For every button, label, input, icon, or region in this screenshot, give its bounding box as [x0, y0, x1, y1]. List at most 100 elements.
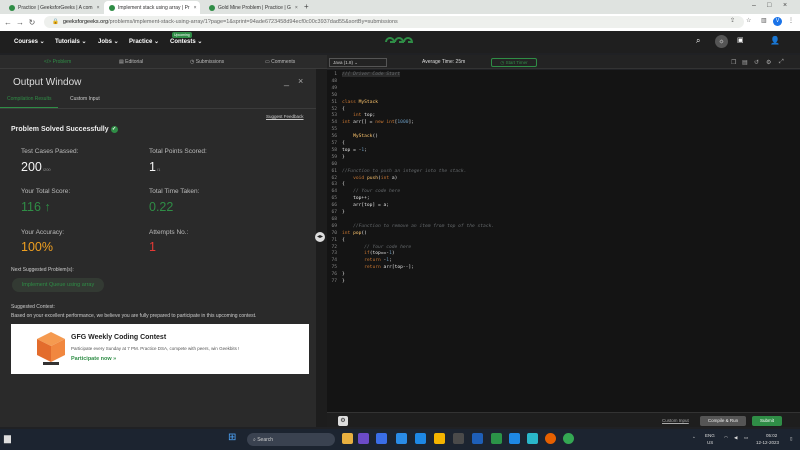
search-icon[interactable]: ⌕	[696, 36, 700, 46]
minimize-output-icon[interactable]: _	[284, 76, 289, 86]
sidebar-icon[interactable]: ▥	[761, 17, 767, 24]
folder-icon[interactable]	[342, 433, 353, 444]
wifi-icon[interactable]: ◠	[724, 435, 728, 441]
clock-time[interactable]: 05:02	[766, 433, 777, 438]
app-icon[interactable]	[472, 433, 483, 444]
suggest-feedback-link[interactable]: Suggest Feedback	[266, 114, 304, 119]
profile-avatar[interactable]: V	[773, 17, 782, 26]
battery-icon[interactable]: ▭	[744, 435, 748, 441]
line-number: 61	[331, 168, 337, 174]
vscode-icon[interactable]	[396, 433, 407, 444]
suggested-contest-desc: Based on your excellent performance, we …	[11, 313, 257, 319]
code-line: //{ Driver Code Start	[342, 72, 401, 77]
forward-icon[interactable]: →	[14, 18, 26, 27]
close-output-icon[interactable]: ×	[298, 76, 303, 86]
tab-compilation-results[interactable]: Compilation Results	[7, 96, 51, 102]
code-line: return arr[top--];	[364, 265, 414, 271]
tab-comments[interactable]: ▭ Comments	[265, 59, 295, 65]
nav-jobs[interactable]: Jobs ⌄	[98, 38, 119, 46]
tab-label: Practice | GeeksforGeeks | A com	[18, 4, 93, 11]
app-icon[interactable]	[491, 433, 502, 444]
reload-icon[interactable]: ↻	[26, 18, 38, 27]
tab-problem[interactable]: </> Problem	[44, 59, 71, 65]
code-line: int arr[] = new int[1000];	[342, 120, 415, 126]
tab-label: Gold Mine Problem | Practice | G	[218, 4, 291, 11]
store-icon[interactable]	[358, 433, 369, 444]
contest-card[interactable]: GFG Weekly Coding Contest Participate ev…	[11, 324, 309, 374]
tab-submissions[interactable]: ◷ Submissions	[190, 59, 224, 65]
reset-icon[interactable]: ↺	[754, 59, 759, 66]
windows-start-icon[interactable]: ⊞	[228, 432, 236, 443]
attempts-label: Attempts No.:	[149, 229, 189, 236]
input-language[interactable]: ENG	[705, 433, 715, 438]
code-line: }	[342, 272, 345, 278]
resize-handle-icon[interactable]: ◂▸	[315, 232, 325, 242]
tab-label: Comments	[271, 59, 296, 65]
accuracy-label: Your Accuracy:	[21, 229, 65, 236]
clock-date[interactable]: 12-12-2023	[756, 440, 779, 445]
app-icon[interactable]	[509, 433, 520, 444]
settings-icon[interactable]: ⚙	[766, 59, 771, 66]
language-select[interactable]: Java (1.8) ⌄	[329, 58, 387, 67]
new-tab-button[interactable]: +	[304, 2, 309, 11]
theme-toggle-icon[interactable]: ☼	[715, 35, 728, 48]
nav-practice[interactable]: Practice ⌄	[129, 38, 159, 46]
format-icon[interactable]: ▤	[742, 59, 748, 66]
explorer-icon[interactable]	[434, 433, 445, 444]
tray-chevron-icon[interactable]: ⌃	[692, 436, 696, 442]
tab-label: Problem	[52, 59, 72, 65]
editor-settings-icon[interactable]: ⚙	[338, 416, 348, 426]
tab-custom-input[interactable]: Custom Input	[70, 96, 100, 102]
fullscreen-icon[interactable]: ⤢	[779, 59, 784, 66]
close-icon[interactable]: ×	[295, 5, 298, 11]
back-icon[interactable]: ←	[2, 18, 14, 27]
volume-icon[interactable]: ◀	[734, 435, 737, 441]
nav-tutorials[interactable]: Tutorials ⌄	[55, 38, 87, 46]
maximize-icon[interactable]: □	[767, 2, 771, 9]
more-icon[interactable]: ⋮	[788, 17, 794, 24]
custom-input-link[interactable]: Custom Input	[662, 418, 689, 423]
close-icon[interactable]: ×	[194, 5, 197, 11]
close-window-icon[interactable]: ×	[783, 2, 787, 9]
firefox-icon[interactable]	[545, 433, 556, 444]
input-region[interactable]: US	[707, 440, 713, 445]
start-timer-button[interactable]: ◷ Start Timer	[491, 58, 537, 67]
participate-now-link[interactable]: Participate now »	[71, 356, 116, 362]
line-number: 76	[331, 272, 337, 278]
gfg-logo[interactable]	[383, 36, 413, 48]
line-number: 77	[331, 279, 337, 284]
next-problem-chip[interactable]: Implement Queue using array	[12, 278, 104, 292]
app-icon[interactable]	[415, 433, 426, 444]
star-icon[interactable]: ☆	[746, 17, 751, 24]
share-icon[interactable]: ⇪	[730, 17, 735, 24]
compile-run-button[interactable]: Compile & Run	[700, 416, 746, 426]
notification-icon[interactable]: ▯	[790, 436, 792, 442]
browser-tab-practice[interactable]: Practice | GeeksforGeeks | A com ×	[4, 1, 100, 14]
browser-tab-gold-mine[interactable]: Gold Mine Problem | Practice | G ×	[204, 1, 300, 14]
settings-app-icon[interactable]	[453, 433, 464, 444]
submit-button[interactable]: Submit	[752, 416, 782, 426]
tab-editorial[interactable]: ▤ Editorial	[119, 59, 143, 65]
url-field[interactable]: 🔒 geeksforgeeks.org /problems/implement-…	[44, 16, 744, 28]
browser-tab-implement-stack[interactable]: Implement stack using array | Pr ×	[104, 1, 200, 14]
points-value: 1/1	[149, 160, 160, 174]
code-line: // Your code here	[342, 189, 401, 195]
meet-icon[interactable]	[376, 433, 387, 444]
minimize-icon[interactable]: –	[752, 2, 756, 9]
check-icon: ✓	[110, 126, 118, 133]
taskbar-search[interactable]: ⌕ Search	[247, 433, 335, 446]
copy-icon[interactable]: ❐	[731, 59, 736, 66]
close-icon[interactable]: ×	[97, 5, 100, 11]
contest-cube-icon	[37, 332, 65, 365]
notifications-icon[interactable]: ▣	[737, 36, 744, 44]
nav-courses[interactable]: Courses ⌄	[14, 38, 45, 46]
chrome-icon[interactable]	[563, 433, 574, 444]
editor-toolbar	[327, 55, 800, 69]
line-number: 57	[331, 141, 337, 146]
user-icon[interactable]: 👤	[770, 36, 780, 45]
widgets-icon[interactable]: ▆	[4, 433, 11, 444]
nav-label: Practice	[129, 38, 153, 45]
nav-contests[interactable]: Contests ⌄	[170, 38, 202, 46]
output-window-title: Output Window	[13, 77, 82, 88]
app-icon[interactable]	[527, 433, 538, 444]
